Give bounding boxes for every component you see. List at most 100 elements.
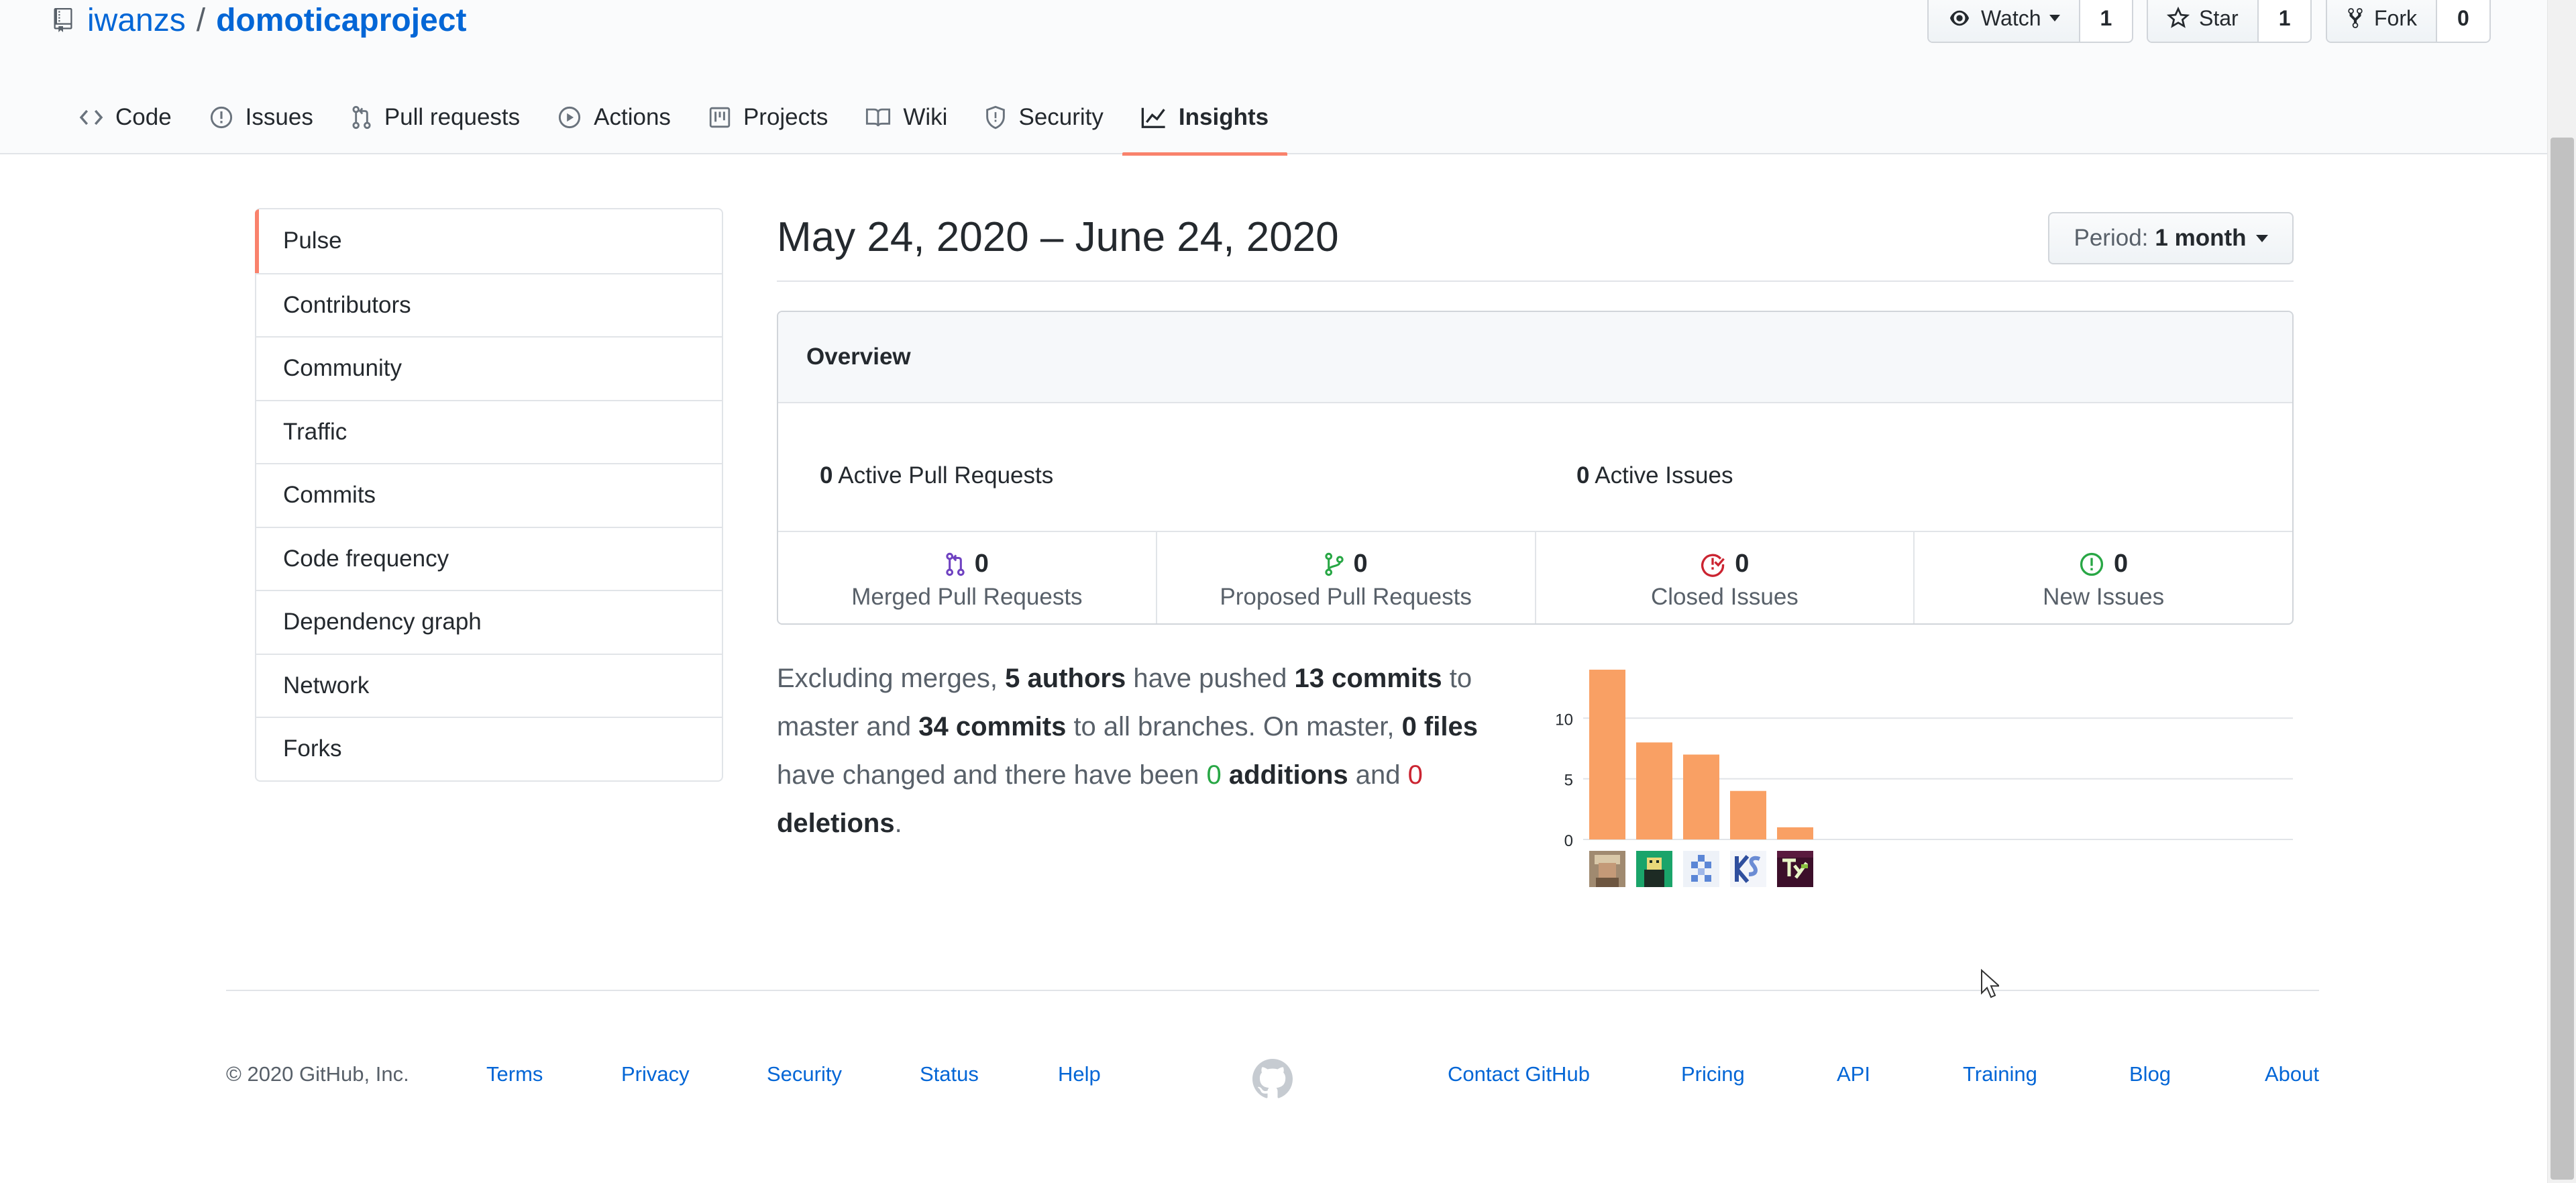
watchers-count[interactable]: 1 xyxy=(2080,0,2133,42)
tab-issues[interactable]: Issues xyxy=(191,81,332,154)
sidebar-item-contributors[interactable]: Contributors xyxy=(256,272,722,337)
summary-text-4: to all branches. On master, xyxy=(1066,712,1402,741)
footer-link-contact[interactable]: Contact GitHub xyxy=(1448,1062,1590,1086)
sidebar-item-dependency-graph[interactable]: Dependency graph xyxy=(256,590,722,654)
summary-deletions-label: deletions xyxy=(777,809,895,838)
footer-link-api[interactable]: API xyxy=(1837,1062,1870,1086)
repo-forked-icon xyxy=(2348,8,2363,28)
chart-y-tick-label: 0 xyxy=(1564,832,1573,850)
summary-text-5: have changed and there have been xyxy=(777,760,1207,790)
tab-pull-requests-label: Pull requests xyxy=(384,104,521,130)
sidebar-item-network[interactable]: Network xyxy=(256,653,722,717)
github-mark-icon[interactable] xyxy=(1252,1059,1293,1099)
tab-security[interactable]: Security xyxy=(966,81,1122,154)
mouse-cursor-icon xyxy=(1981,969,1999,998)
avatar[interactable] xyxy=(1777,851,1813,887)
summary-additions-label: additions xyxy=(1228,760,1348,790)
footer-link-privacy[interactable]: Privacy xyxy=(621,1062,690,1086)
chart-y-tick-label: 5 xyxy=(1564,772,1573,790)
stargazers-count[interactable]: 1 xyxy=(2259,0,2311,42)
merged-prs-stat[interactable]: 0 Merged Pull Requests xyxy=(778,532,1156,623)
site-footer: © 2020 GitHub, Inc. Terms Privacy Securi… xyxy=(226,1059,2319,1098)
avatar[interactable] xyxy=(1636,851,1672,887)
shield-icon xyxy=(986,105,1006,130)
summary-authors: 5 authors xyxy=(1005,664,1126,693)
new-issues-stat[interactable]: 0 New Issues xyxy=(1913,532,2292,623)
footer-link-pricing[interactable]: Pricing xyxy=(1681,1062,1745,1086)
summary-files: 0 files xyxy=(1401,712,1478,741)
chart-y-ticks: 0 5 10 xyxy=(1555,711,1573,850)
tab-code[interactable]: Code xyxy=(60,81,191,154)
code-icon xyxy=(79,109,103,125)
merged-prs-count: 0 xyxy=(974,550,989,578)
repo-name-link[interactable]: domoticaproject xyxy=(216,2,466,39)
proposed-prs-count-row: 0 xyxy=(1157,550,1535,578)
star-button[interactable]: Star xyxy=(2148,0,2259,42)
closed-issues-label: Closed Issues xyxy=(1650,584,1799,610)
chart-bar[interactable] xyxy=(1730,790,1766,839)
active-prs-label: Active Pull Requests xyxy=(838,462,1054,488)
period-select-button[interactable]: Period: 1 month xyxy=(2048,212,2294,264)
merged-prs-label: Merged Pull Requests xyxy=(851,584,1083,610)
proposed-prs-label: Proposed Pull Requests xyxy=(1220,584,1472,610)
chart-avatars xyxy=(1589,851,1813,887)
active-issues-link[interactable]: 0 Active Issues xyxy=(1576,462,1733,489)
sidebar-item-forks[interactable]: Forks xyxy=(256,717,722,780)
commit-summary: Excluding merges, 5 authors have pushed … xyxy=(777,654,1488,847)
tab-insights-label: Insights xyxy=(1178,104,1269,130)
fork-button[interactable]: Fork xyxy=(2327,0,2437,42)
footer-copyright: © 2020 GitHub, Inc. xyxy=(226,1062,409,1086)
footer-link-training[interactable]: Training xyxy=(1963,1062,2037,1086)
active-pull-requests-link[interactable]: 0 Active Pull Requests xyxy=(820,462,1053,489)
watch-label: Watch xyxy=(1981,5,2041,30)
repo-owner-link[interactable]: iwanzs xyxy=(87,2,186,39)
footer-link-terms[interactable]: Terms xyxy=(486,1062,543,1086)
sidebar-item-pulse[interactable]: Pulse xyxy=(255,209,722,273)
star-icon xyxy=(2167,7,2190,28)
avatar[interactable] xyxy=(1589,851,1625,887)
page-scrollbar[interactable] xyxy=(2547,0,2576,1183)
tab-insights[interactable]: Insights xyxy=(1122,81,1288,156)
avatar[interactable] xyxy=(1730,851,1766,887)
repo-nav: Code Issues Pull requests Actions Projec… xyxy=(60,81,1288,156)
sidebar-item-traffic[interactable]: Traffic xyxy=(256,399,722,464)
repo-header: iwanzs / domoticaproject Watch 1 Star 1 … xyxy=(0,0,2547,156)
watch-group: Watch 1 xyxy=(1927,0,2134,43)
new-issues-count-row: 0 xyxy=(1915,550,2292,578)
summary-commits-master: 13 commits xyxy=(1294,664,1442,693)
caret-down-icon xyxy=(2049,15,2060,21)
tab-wiki[interactable]: Wiki xyxy=(847,81,966,154)
star-label: Star xyxy=(2199,5,2239,30)
closed-issues-stat[interactable]: 0 Closed Issues xyxy=(1534,532,1914,623)
tab-projects[interactable]: Projects xyxy=(690,81,847,154)
issue-opened-icon xyxy=(2080,552,2104,576)
chart-bar[interactable] xyxy=(1589,670,1625,839)
sidebar-item-commits[interactable]: Commits xyxy=(256,463,722,527)
watch-button[interactable]: Watch xyxy=(1929,0,2080,42)
proposed-prs-stat[interactable]: 0 Proposed Pull Requests xyxy=(1155,532,1535,623)
footer-link-blog[interactable]: Blog xyxy=(2129,1062,2171,1086)
tab-wiki-label: Wiki xyxy=(903,104,948,130)
fork-label: Fork xyxy=(2374,5,2417,30)
footer-link-about[interactable]: About xyxy=(2265,1062,2319,1086)
footer-link-status[interactable]: Status xyxy=(920,1062,979,1086)
summary-commits-all: 34 commits xyxy=(918,712,1067,741)
footer-link-security[interactable]: Security xyxy=(767,1062,842,1086)
avatar[interactable] xyxy=(1683,851,1719,887)
sidebar-item-code-frequency[interactable]: Code frequency xyxy=(256,526,722,590)
summary-text-6: and xyxy=(1348,760,1408,790)
summary-deletions-count: 0 xyxy=(1407,760,1423,790)
tab-actions[interactable]: Actions xyxy=(539,81,690,154)
issue-closed-icon xyxy=(1701,554,1725,577)
tab-pull-requests[interactable]: Pull requests xyxy=(332,81,539,154)
scrollbar-thumb[interactable] xyxy=(2551,138,2574,1180)
sidebar-item-community[interactable]: Community xyxy=(256,336,722,400)
chart-bar[interactable] xyxy=(1683,754,1719,840)
project-icon xyxy=(709,107,731,128)
chart-bar[interactable] xyxy=(1777,827,1813,839)
tab-issues-label: Issues xyxy=(245,104,313,130)
period-value: 1 month xyxy=(2155,225,2247,251)
forks-count[interactable]: 0 xyxy=(2437,0,2489,42)
chart-bar[interactable] xyxy=(1636,742,1672,839)
footer-link-help[interactable]: Help xyxy=(1058,1062,1101,1086)
